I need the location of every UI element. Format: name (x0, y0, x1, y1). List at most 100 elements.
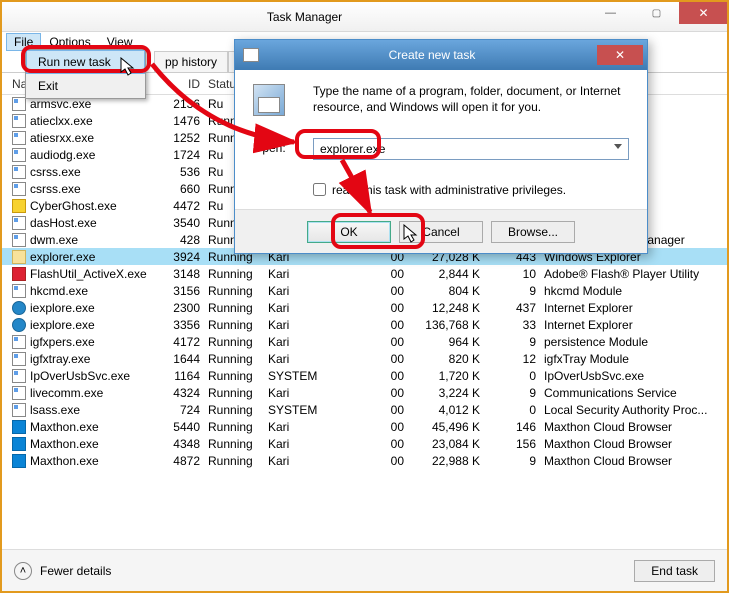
dropdown-caret-icon[interactable] (614, 144, 622, 149)
table-row[interactable]: livecomm.exe4324RunningKari003,224 K9Com… (2, 384, 727, 401)
process-description: Adobe® Flash® Player Utility (540, 267, 727, 281)
process-memory: 136,768 K (408, 318, 484, 332)
process-name: explorer.exe (30, 250, 95, 264)
process-pid: 1164 (156, 369, 204, 383)
tab-app-history[interactable]: pp history (154, 51, 228, 72)
process-memory: 4,012 K (408, 403, 484, 417)
process-status: Running (204, 437, 264, 451)
admin-checkbox[interactable] (313, 183, 326, 196)
process-status: Running (204, 403, 264, 417)
close-button[interactable] (679, 2, 727, 24)
process-icon (12, 301, 26, 315)
process-description: Local Security Authority Proc... (540, 403, 727, 417)
process-user: Kari (264, 335, 352, 349)
process-pid: 2300 (156, 301, 204, 315)
process-status: Running (204, 420, 264, 434)
process-memory: 964 K (408, 335, 484, 349)
process-icon (12, 420, 26, 434)
window-title: Task Manager (22, 10, 587, 24)
process-name: dwm.exe (30, 233, 78, 247)
process-name: FlashUtil_ActiveX.exe (30, 267, 147, 281)
process-status: Running (204, 318, 264, 332)
table-row[interactable]: Maxthon.exe4872RunningKari0022,988 K9Max… (2, 452, 727, 469)
process-pid: 3540 (156, 216, 204, 230)
table-row[interactable]: iexplore.exe2300RunningKari0012,248 K437… (2, 299, 727, 316)
process-memory: 1,720 K (408, 369, 484, 383)
process-threads: 12 (484, 352, 540, 366)
process-pid: 4472 (156, 199, 204, 213)
process-icon (12, 403, 26, 417)
process-description: Communications Service (540, 386, 727, 400)
process-icon (12, 165, 26, 179)
table-row[interactable]: hkcmd.exe3156RunningKari00804 K9hkcmd Mo… (2, 282, 727, 299)
process-cpu: 00 (352, 403, 408, 417)
process-status: Running (204, 284, 264, 298)
process-cpu: 00 (352, 301, 408, 315)
process-user: Kari (264, 301, 352, 315)
process-status: Running (204, 454, 264, 468)
table-row[interactable]: Maxthon.exe5440RunningKari0045,496 K146M… (2, 418, 727, 435)
process-name: dasHost.exe (30, 216, 97, 230)
col-pid[interactable]: ID (156, 77, 204, 91)
table-row[interactable]: IpOverUsbSvc.exe1164RunningSYSTEM001,720… (2, 367, 727, 384)
process-name: iexplore.exe (30, 301, 95, 315)
browse-button[interactable]: Browse... (491, 221, 575, 243)
process-name: Maxthon.exe (30, 420, 99, 434)
table-row[interactable]: iexplore.exe3356RunningKari00136,768 K33… (2, 316, 727, 333)
process-memory: 12,248 K (408, 301, 484, 315)
process-threads: 9 (484, 335, 540, 349)
table-row[interactable]: FlashUtil_ActiveX.exe3148RunningKari002,… (2, 265, 727, 282)
run-icon (243, 48, 259, 62)
process-name: hkcmd.exe (30, 284, 88, 298)
fewer-details-label[interactable]: Fewer details (40, 564, 111, 578)
maximize-button[interactable] (633, 2, 679, 24)
dialog-instruction: Type the name of a program, folder, docu… (313, 84, 629, 115)
process-pid: 428 (156, 233, 204, 247)
process-pid: 3148 (156, 267, 204, 281)
table-row[interactable]: igfxtray.exe1644RunningKari00820 K12igfx… (2, 350, 727, 367)
process-user: SYSTEM (264, 369, 352, 383)
process-user: Kari (264, 318, 352, 332)
process-pid: 4172 (156, 335, 204, 349)
fewer-details-icon[interactable]: ˄ (14, 562, 32, 580)
process-name: igfxpers.exe (30, 335, 95, 349)
process-name: Maxthon.exe (30, 454, 99, 468)
process-pid: 660 (156, 182, 204, 196)
open-input[interactable]: explorer.exe (313, 138, 629, 160)
process-icon (12, 352, 26, 366)
process-pid: 2136 (156, 97, 204, 111)
process-name: csrss.exe (30, 165, 81, 179)
minimize-button[interactable] (587, 2, 633, 24)
process-name: atieclxx.exe (30, 114, 93, 128)
menu-item-exit[interactable]: Exit (26, 74, 145, 98)
process-icon (12, 386, 26, 400)
table-row[interactable]: igfxpers.exe 4172RunningKari00964 K9persi… (2, 333, 727, 350)
process-pid: 1476 (156, 114, 204, 128)
process-pid: 3156 (156, 284, 204, 298)
process-status: Running (204, 335, 264, 349)
process-name: IpOverUsbSvc.exe (30, 369, 130, 383)
process-status: Running (204, 267, 264, 281)
process-cpu: 00 (352, 335, 408, 349)
dialog-close-button[interactable]: ✕ (597, 45, 643, 65)
ok-button[interactable]: OK (307, 221, 391, 243)
process-user: Kari (264, 267, 352, 281)
table-row[interactable]: lsass.exe724RunningSYSTEM004,012 K0Local… (2, 401, 727, 418)
process-description: Internet Explorer (540, 301, 727, 315)
table-row[interactable]: Maxthon.exe4348RunningKari0023,084 K156M… (2, 435, 727, 452)
process-cpu: 00 (352, 267, 408, 281)
menu-item-run-new-task[interactable]: Run new task (26, 50, 145, 74)
create-new-task-dialog: Create new task ✕ Type the name of a pro… (234, 39, 648, 254)
process-description: Maxthon Cloud Browser (540, 437, 727, 451)
cancel-button[interactable]: Cancel (399, 221, 483, 243)
process-description: hkcmd Module (540, 284, 727, 298)
process-status: Running (204, 386, 264, 400)
admin-checkbox-label: reate this task with administrative priv… (332, 183, 566, 197)
process-threads: 156 (484, 437, 540, 451)
end-task-button[interactable]: End task (634, 560, 715, 582)
open-label: Open: (253, 138, 303, 155)
process-icon (12, 233, 26, 247)
process-user: Kari (264, 284, 352, 298)
process-name: CyberGhost.exe (30, 199, 117, 213)
process-description: persistence Module (540, 335, 727, 349)
